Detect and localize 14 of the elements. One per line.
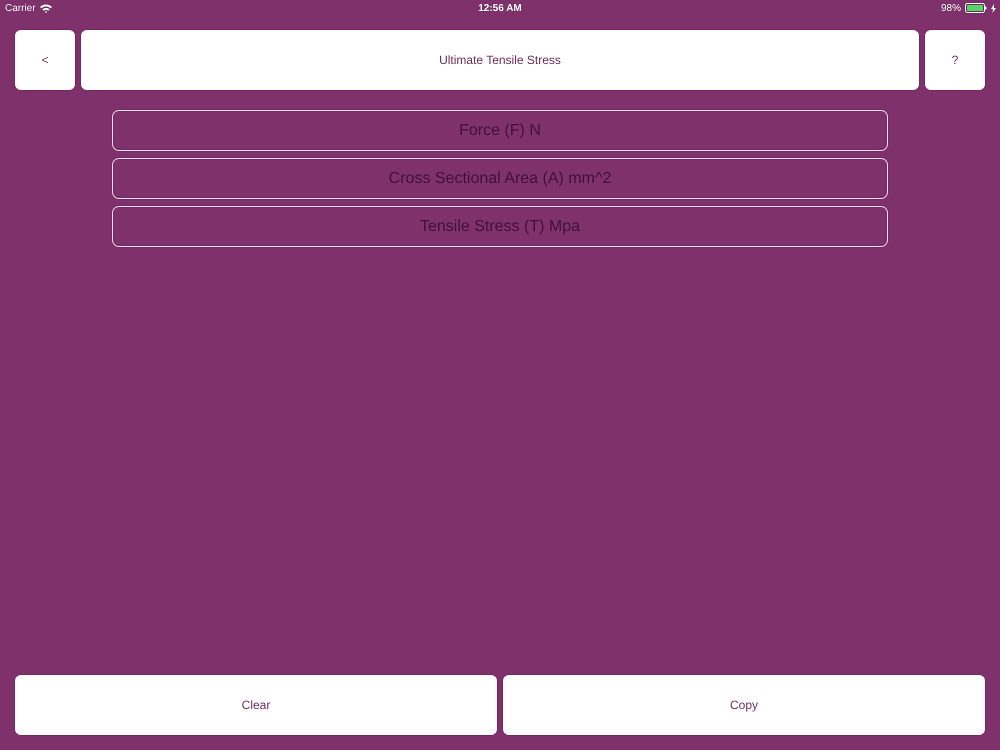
wifi-icon [40, 4, 52, 12]
battery-icon [965, 3, 987, 13]
charging-bolt-icon [991, 4, 996, 12]
clock-time: 12:56 AM [478, 2, 522, 14]
input-field[interactable]: Cross Sectional Area (A) mm^2 [112, 158, 888, 199]
back-button[interactable]: < [15, 30, 75, 90]
battery-percent: 98% [940, 2, 961, 14]
help-button[interactable]: ? [925, 30, 985, 90]
input-field[interactable]: Tensile Stress (T) Mpa [112, 206, 888, 247]
carrier-label: Carrier [5, 2, 36, 14]
action-button[interactable]: Clear [15, 675, 497, 735]
input-field[interactable]: Force (F) N [112, 110, 888, 151]
action-button[interactable]: Copy [503, 675, 985, 735]
screen-title: Ultimate Tensile Stress [81, 30, 919, 90]
